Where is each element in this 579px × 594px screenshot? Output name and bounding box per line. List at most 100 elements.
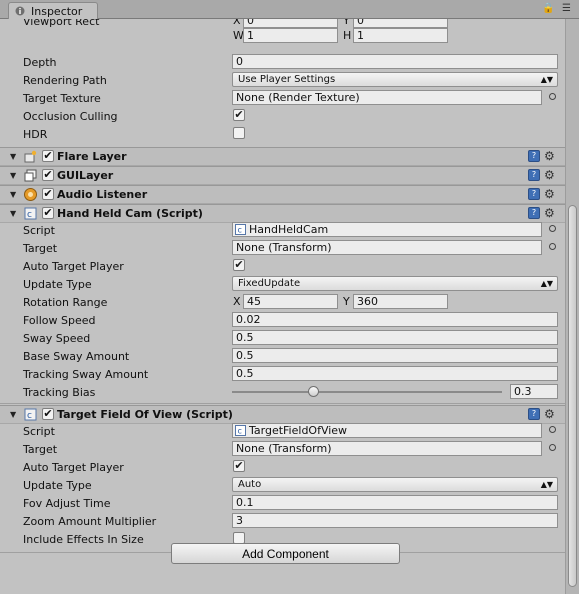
hhc-update-type-dropdown[interactable]: FixedUpdate ▲▼ bbox=[232, 276, 558, 291]
hhc-base-sway-label: Base Sway Amount bbox=[23, 350, 130, 363]
viewport-w-field[interactable]: 1 bbox=[243, 28, 338, 43]
audio-listener-header[interactable]: ▼ ✔ Audio Listener ? ⚙ bbox=[0, 185, 565, 204]
tfov-auto-target-row: Auto Target Player ✔ bbox=[0, 459, 565, 477]
foldout-arrow-icon[interactable]: ▼ bbox=[10, 152, 16, 161]
rendering-path-dropdown[interactable]: Use Player Settings ▲▼ bbox=[232, 72, 558, 87]
hdr-checkbox[interactable] bbox=[233, 127, 245, 139]
svg-text:c: c bbox=[27, 210, 32, 220]
gui-layer-header[interactable]: ▼ ✔ GUILayer ? ⚙ bbox=[0, 166, 565, 185]
rotation-x-field[interactable]: 45 bbox=[243, 294, 338, 309]
gear-icon[interactable]: ⚙ bbox=[544, 206, 555, 220]
hhc-rotation-range-label: Rotation Range bbox=[23, 296, 108, 309]
hand-held-cam-enabled-checkbox[interactable]: ✔ bbox=[42, 207, 54, 219]
foldout-arrow-icon[interactable]: ▼ bbox=[10, 171, 16, 180]
dropdown-arrows-icon: ▲▼ bbox=[540, 75, 553, 84]
dropdown-arrows-icon: ▲▼ bbox=[540, 480, 553, 489]
script-icon: c bbox=[235, 224, 246, 235]
scrollbar-thumb[interactable] bbox=[568, 205, 577, 587]
hhc-tracking-sway-field[interactable]: 0.5 bbox=[232, 366, 558, 381]
info-icon bbox=[15, 6, 25, 16]
foldout-arrow-icon[interactable]: ▼ bbox=[10, 190, 16, 199]
object-picker-icon[interactable] bbox=[549, 93, 556, 100]
hhc-target-label: Target bbox=[23, 242, 58, 255]
flare-layer-header[interactable]: ▼ ✔ Flare Layer ? ⚙ bbox=[0, 147, 565, 166]
gear-icon[interactable]: ⚙ bbox=[544, 168, 555, 182]
help-book-icon[interactable]: ? bbox=[528, 408, 540, 420]
hhc-follow-speed-field[interactable]: 0.02 bbox=[232, 312, 558, 327]
flare-layer-enabled-checkbox[interactable]: ✔ bbox=[42, 150, 54, 162]
hand-held-cam-header[interactable]: ▼ c ✔ Hand Held Cam (Script) ? ⚙ bbox=[0, 204, 565, 223]
occlusion-culling-checkbox[interactable]: ✔ bbox=[233, 109, 245, 121]
viewport-x-field[interactable]: 0 bbox=[243, 19, 338, 28]
hdr-row: HDR bbox=[0, 126, 565, 144]
gui-layer-enabled-checkbox[interactable]: ✔ bbox=[42, 169, 54, 181]
help-book-icon[interactable]: ? bbox=[528, 169, 540, 181]
hhc-auto-target-row: Auto Target Player ✔ bbox=[0, 258, 565, 276]
hhc-base-sway-field[interactable]: 0.5 bbox=[232, 348, 558, 363]
help-book-icon[interactable]: ? bbox=[528, 207, 540, 219]
hhc-script-label: Script bbox=[23, 224, 55, 237]
tfov-update-type-dropdown[interactable]: Auto ▲▼ bbox=[232, 477, 558, 492]
tfov-script-field[interactable]: TargetFieldOfView bbox=[232, 423, 542, 438]
audio-listener-enabled-checkbox[interactable]: ✔ bbox=[42, 188, 54, 200]
foldout-arrow-icon[interactable]: ▼ bbox=[10, 410, 16, 419]
hhc-sway-speed-field[interactable]: 0.5 bbox=[232, 330, 558, 345]
tfov-zoom-multiplier-field[interactable]: 3 bbox=[232, 513, 558, 528]
rendering-path-label: Rendering Path bbox=[23, 74, 107, 87]
hhc-tracking-sway-row: Tracking Sway Amount 0.5 bbox=[0, 366, 565, 384]
script-icon: c bbox=[24, 408, 37, 421]
viewport-y-field[interactable]: 0 bbox=[353, 19, 448, 28]
tfov-zoom-multiplier-row: Zoom Amount Multiplier 3 bbox=[0, 513, 565, 531]
flare-layer-icon bbox=[24, 150, 37, 163]
gear-icon[interactable]: ⚙ bbox=[544, 149, 555, 163]
object-picker-icon[interactable] bbox=[549, 243, 556, 250]
target-fov-enabled-checkbox[interactable]: ✔ bbox=[42, 408, 54, 420]
depth-field[interactable]: 0 bbox=[232, 54, 558, 69]
hhc-update-type-value: FixedUpdate bbox=[238, 278, 301, 289]
hhc-target-field[interactable]: None (Transform) bbox=[232, 240, 542, 255]
hhc-rotation-range-row: Rotation Range X 45 Y 360 bbox=[0, 294, 565, 312]
tracking-bias-slider-thumb[interactable] bbox=[308, 386, 319, 397]
inspector-tab-bar: Inspector 🔒 ☰ bbox=[0, 0, 579, 19]
hdr-label: HDR bbox=[23, 128, 48, 141]
tracking-bias-slider-track[interactable] bbox=[232, 391, 502, 393]
inspector-scrollbar[interactable] bbox=[565, 19, 579, 594]
tfov-script-label: Script bbox=[23, 425, 55, 438]
gear-icon[interactable]: ⚙ bbox=[544, 407, 555, 421]
depth-label: Depth bbox=[23, 56, 57, 69]
viewport-rect-label: Viewport Rect bbox=[23, 19, 100, 28]
hhc-update-type-label: Update Type bbox=[23, 278, 92, 291]
tfov-target-field[interactable]: None (Transform) bbox=[232, 441, 542, 456]
tfov-auto-target-checkbox[interactable]: ✔ bbox=[233, 460, 245, 472]
dropdown-arrows-icon: ▲▼ bbox=[540, 279, 553, 288]
tfov-auto-target-label: Auto Target Player bbox=[23, 461, 124, 474]
gui-layer-icon bbox=[24, 169, 37, 182]
hhc-script-field[interactable]: HandHeldCam bbox=[232, 222, 542, 237]
object-picker-icon[interactable] bbox=[549, 444, 556, 451]
tfov-script-row: Script TargetFieldOfView c bbox=[0, 423, 565, 441]
help-book-icon[interactable]: ? bbox=[528, 150, 540, 162]
audio-listener-title: Audio Listener bbox=[57, 188, 148, 201]
target-texture-field[interactable]: None (Render Texture) bbox=[232, 90, 542, 105]
gear-icon[interactable]: ⚙ bbox=[544, 187, 555, 201]
target-texture-row: Target Texture None (Render Texture) bbox=[0, 90, 565, 108]
tfov-fov-adjust-field[interactable]: 0.1 bbox=[232, 495, 558, 510]
target-fov-header[interactable]: ▼ c ✔ Target Field Of View (Script) ? ⚙ bbox=[0, 405, 565, 424]
lock-and-menu-icons[interactable]: 🔒 ☰ bbox=[542, 3, 573, 14]
depth-row: Depth 0 bbox=[0, 54, 565, 72]
tracking-bias-field[interactable]: 0.3 bbox=[510, 384, 558, 399]
viewport-h-field[interactable]: 1 bbox=[353, 28, 448, 43]
viewport-y-label: Y bbox=[343, 19, 350, 27]
object-picker-icon[interactable] bbox=[549, 426, 556, 433]
rotation-y-field[interactable]: 360 bbox=[353, 294, 448, 309]
inspector-tab[interactable]: Inspector bbox=[8, 2, 98, 19]
hhc-tracking-sway-label: Tracking Sway Amount bbox=[23, 368, 149, 381]
object-picker-icon[interactable] bbox=[549, 225, 556, 232]
tfov-include-effects-label: Include Effects In Size bbox=[23, 533, 144, 546]
hhc-auto-target-checkbox[interactable]: ✔ bbox=[233, 259, 245, 271]
rendering-path-value: Use Player Settings bbox=[238, 74, 336, 85]
tfov-update-type-label: Update Type bbox=[23, 479, 92, 492]
foldout-arrow-icon[interactable]: ▼ bbox=[10, 209, 16, 218]
add-component-button[interactable]: Add Component bbox=[171, 543, 400, 564]
help-book-icon[interactable]: ? bbox=[528, 188, 540, 200]
